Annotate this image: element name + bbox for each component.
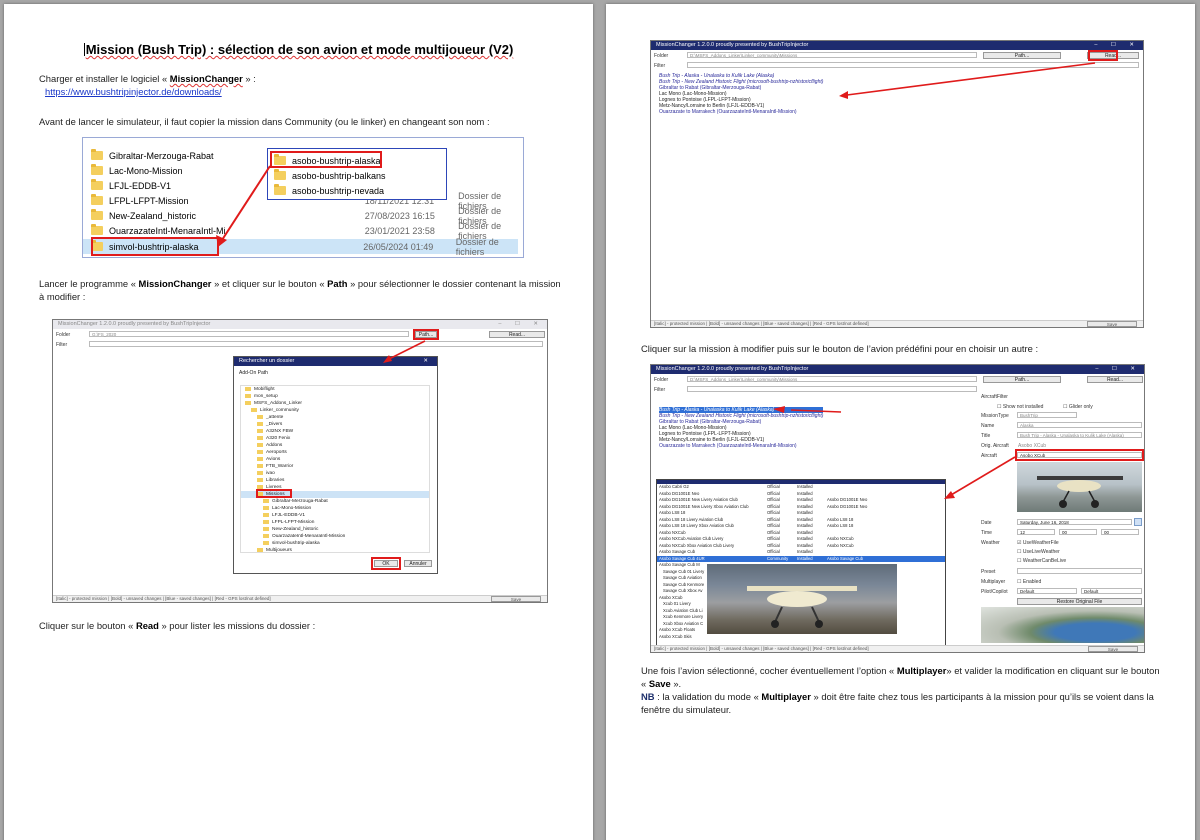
- arrow-icon: [216, 165, 271, 247]
- status-bar: [Italic] - protected mission | [Bold] - …: [651, 320, 1143, 327]
- missionchanger-window-read: MissionChanger 1.2.0.0 proudly presented…: [650, 40, 1144, 328]
- document-title: Mission (Bush Trip) : sélection de son a…: [83, 42, 514, 57]
- missionchanger-window-path: MissionChanger 1.2.0.0 proudly presented…: [52, 319, 548, 603]
- arrow-icon: [773, 406, 1016, 499]
- status-bar: [Italic] - protected mission | [Bold] - …: [651, 645, 1144, 652]
- save-button[interactable]: Save: [491, 596, 541, 602]
- arrow-icon: [839, 62, 1096, 99]
- copy-instruction: Avant de lancer le simulateur, il faut c…: [39, 116, 490, 127]
- read-instruction: Cliquer sur le bouton « Read » pour list…: [39, 620, 316, 631]
- document-page-right: MissionChanger 1.2.0.0 proudly presented…: [606, 4, 1195, 840]
- save-button[interactable]: Save: [1088, 646, 1138, 652]
- missionchanger-window-aircraft: MissionChanger 1.2.0.0 proudly presented…: [650, 364, 1145, 653]
- text-cursor: [83, 43, 85, 56]
- status-bar: [Italic] - protected mission | [Bold] - …: [53, 595, 547, 602]
- save-button[interactable]: Save: [1087, 321, 1137, 327]
- download-link[interactable]: https://www.bushtripinjector.de/download…: [45, 86, 222, 97]
- select-instruction: Cliquer sur la mission à modifier puis s…: [641, 343, 1039, 354]
- arrow-icon: [383, 340, 426, 363]
- document-page-left: Mission (Bush Trip) : sélection de son a…: [4, 4, 593, 840]
- intro-paragraph: Charger et installer le logiciel « Missi…: [39, 73, 256, 97]
- path-instruction: Lancer le programme « MissionChanger » e…: [39, 278, 561, 302]
- final-instruction: Une fois l’avion sélectionné, cocher éve…: [641, 665, 1160, 715]
